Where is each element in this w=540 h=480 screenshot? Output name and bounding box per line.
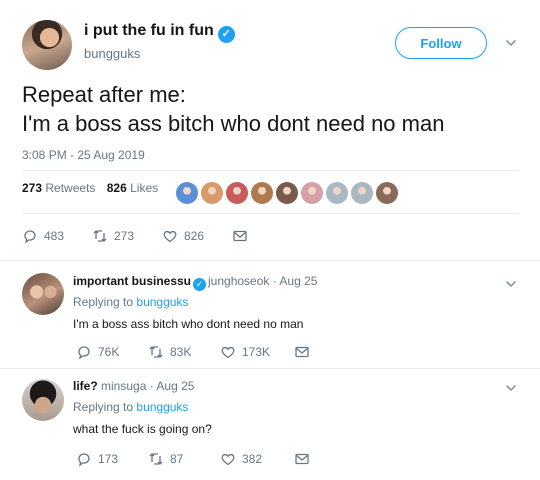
avatar[interactable] — [22, 379, 64, 421]
mail-icon — [295, 346, 309, 358]
dm-button[interactable] — [232, 228, 254, 244]
retweet-button[interactable]: 273 — [92, 228, 162, 244]
reply-header: life? minsuga · Aug 25 — [73, 379, 195, 393]
tweet-actions: 173 87 382 — [76, 451, 316, 467]
retweet-icon — [149, 346, 163, 358]
reply-display-name[interactable]: important businessu — [73, 274, 191, 288]
reply-handle[interactable]: junghoseok — [208, 274, 269, 288]
reply-button[interactable]: 173 — [76, 451, 148, 467]
display-name-text[interactable]: i put the fu in fun — [84, 22, 214, 39]
likes-count: 826 — [106, 181, 127, 195]
reply-count: 76K — [98, 345, 120, 359]
likes-stat[interactable]: 826 Likes — [107, 181, 158, 195]
reply-text: what the fuck is going on? — [73, 422, 212, 436]
heart-icon — [221, 453, 235, 466]
reply-icon — [78, 453, 90, 467]
like-button[interactable]: 173K — [220, 344, 294, 360]
retweet-count: 87 — [170, 452, 184, 466]
liker-avatar[interactable] — [176, 182, 198, 204]
dm-button[interactable] — [294, 451, 316, 467]
tweet-text: Repeat after me: I'm a boss ass bitch wh… — [22, 80, 444, 138]
reply-count: 173 — [98, 452, 119, 466]
retweet-icon — [93, 230, 107, 242]
reply-text: I'm a boss ass bitch who dont need no ma… — [73, 317, 304, 331]
chevron-down-icon[interactable] — [504, 381, 518, 395]
reply-display-name[interactable]: life? — [73, 379, 98, 393]
tweet-text-line-1: Repeat after me: — [22, 82, 186, 107]
mail-icon — [233, 230, 247, 242]
replying-to-link[interactable]: bungguks — [136, 295, 188, 309]
like-count: 382 — [242, 452, 263, 466]
tweet-timestamp[interactable]: 3:08 PM - 25 Aug 2019 — [22, 148, 145, 162]
chevron-down-icon[interactable] — [504, 277, 518, 291]
main-tweet: i put the fu in fun ✓ bungguks Follow Rep… — [0, 0, 540, 262]
heart-icon — [221, 346, 235, 359]
chevron-down-icon[interactable] — [504, 36, 518, 50]
liker-avatar[interactable] — [251, 182, 273, 204]
verified-icon: ✓ — [193, 278, 207, 291]
mail-icon — [295, 453, 309, 465]
retweet-button[interactable]: 83K — [148, 344, 220, 360]
retweet-button[interactable]: 87 — [148, 451, 220, 467]
display-name[interactable]: i put the fu in fun ✓ — [84, 22, 235, 43]
liker-avatars — [176, 182, 401, 204]
replying-label: Replying to — [73, 400, 134, 414]
reply-date[interactable]: Aug 25 — [279, 274, 317, 288]
divider — [22, 170, 518, 171]
reply-date[interactable]: Aug 25 — [156, 379, 194, 393]
retweets-label: Retweets — [45, 181, 96, 195]
retweets-count: 273 — [22, 181, 43, 195]
liker-avatar[interactable] — [276, 182, 298, 204]
like-count: 826 — [184, 229, 205, 243]
reply-button[interactable]: 76K — [76, 344, 148, 360]
avatar[interactable] — [22, 20, 72, 70]
reply-icon — [78, 346, 90, 360]
verified-icon: ✓ — [217, 26, 235, 43]
tweet-text-line-2: I'm a boss ass bitch who dont need no ma… — [22, 111, 445, 136]
retweet-count: 273 — [114, 229, 135, 243]
user-handle[interactable]: bungguks — [84, 46, 140, 61]
heart-icon — [163, 230, 177, 243]
retweets-stat[interactable]: 273 Retweets — [22, 181, 95, 195]
liker-avatar[interactable] — [351, 182, 373, 204]
reply-icon — [24, 230, 36, 244]
replying-label: Replying to — [73, 295, 134, 309]
avatar[interactable] — [22, 273, 64, 315]
replying-to-link[interactable]: bungguks — [136, 400, 188, 414]
liker-avatar[interactable] — [376, 182, 398, 204]
liker-avatar[interactable] — [201, 182, 223, 204]
tweet-actions: 76K 83K 173K — [76, 344, 316, 360]
liker-avatar[interactable] — [301, 182, 323, 204]
reply-tweet[interactable]: important businessu ✓ junghoseok · Aug 25 … — [0, 261, 540, 367]
like-button[interactable]: 382 — [220, 451, 294, 467]
dm-button[interactable] — [294, 344, 316, 360]
reply-tweet[interactable]: life? minsuga · Aug 25 Replying to bungg… — [0, 369, 540, 480]
like-count: 173K — [242, 345, 271, 359]
liker-avatar[interactable] — [226, 182, 248, 204]
replying-to: Replying to bungguks — [73, 295, 188, 309]
retweet-count: 83K — [170, 345, 192, 359]
divider — [22, 213, 518, 214]
reply-handle[interactable]: minsuga — [101, 379, 146, 393]
replying-to: Replying to bungguks — [73, 400, 188, 414]
reply-header: important businessu ✓ junghoseok · Aug 25 — [73, 274, 318, 291]
like-button[interactable]: 826 — [162, 228, 232, 244]
retweet-icon — [149, 453, 163, 465]
follow-button[interactable]: Follow — [395, 27, 487, 59]
reply-button[interactable]: 483 — [22, 228, 92, 244]
likes-label: Likes — [130, 181, 159, 195]
reply-count: 483 — [44, 229, 65, 243]
tweet-actions: 483 273 826 — [22, 228, 254, 244]
engagement-stats: 273 Retweets 826 Likes — [22, 181, 158, 195]
liker-avatar[interactable] — [326, 182, 348, 204]
